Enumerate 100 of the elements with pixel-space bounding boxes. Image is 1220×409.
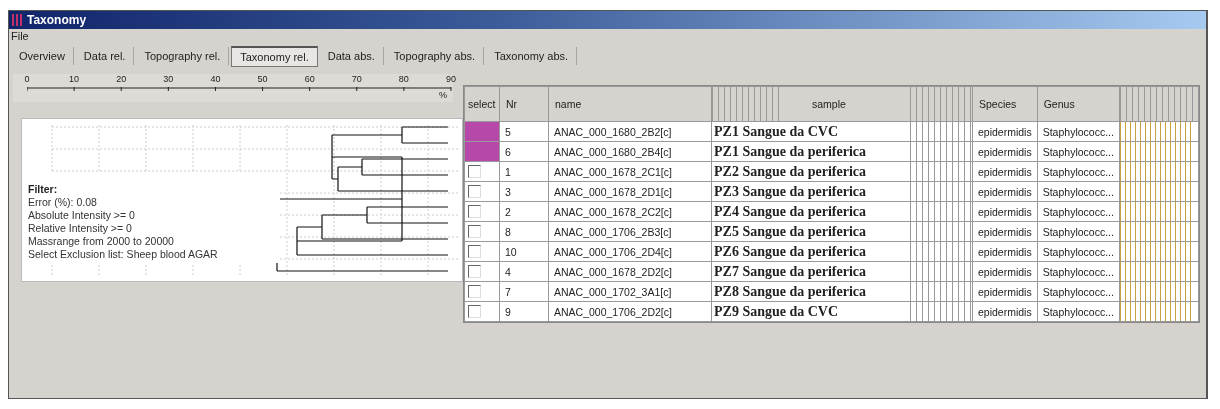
tab[interactable]: Taxonomy rel. <box>231 45 318 67</box>
tick-label: 40 <box>210 74 221 84</box>
sample-text: PZ1 Sangue da CVC <box>713 123 839 139</box>
bars-icon <box>12 14 22 26</box>
table-cell: ANAC_000_1680_2B2[c] <box>548 121 712 142</box>
column-header[interactable]: select <box>464 86 500 122</box>
table-cell: epidermidis <box>972 261 1038 282</box>
tab[interactable]: Data rel. <box>75 47 135 65</box>
checkbox[interactable] <box>468 305 481 318</box>
checkbox[interactable] <box>468 285 481 298</box>
stripe-pattern <box>910 222 972 241</box>
checkbox[interactable] <box>468 225 481 238</box>
sample-text: PZ4 Sangue da periferica <box>713 203 867 219</box>
table-cell: Staphylococc... <box>1037 301 1120 322</box>
table-cell: epidermidis <box>972 121 1038 142</box>
sample-text: PZ5 Sangue da periferica <box>713 223 867 239</box>
table-cell: ANAC_000_1678_2C2[c] <box>548 201 712 222</box>
table-cell: ANAC_000_1678_2C1[c] <box>548 161 712 182</box>
tab[interactable]: Overview <box>11 47 74 65</box>
tick-label: 70 <box>351 74 362 84</box>
stripe-pattern <box>910 242 972 261</box>
table-cell: Staphylococc... <box>1037 181 1120 202</box>
table-cell: Staphylococc... <box>1037 241 1120 262</box>
sample-text: PZ2 Sangue da periferica <box>713 163 867 179</box>
table-cell: epidermidis <box>972 161 1038 182</box>
stripe-pattern <box>910 202 972 221</box>
selected-cell[interactable] <box>465 142 499 161</box>
table-cell: 6 <box>499 141 549 162</box>
stripe-pattern <box>910 182 972 201</box>
table-cell: Staphylococc... <box>1037 121 1120 142</box>
sample-text: PZ6 Sangue da periferica <box>713 243 867 259</box>
stripe-pattern <box>910 262 972 281</box>
sample-text: PZ9 Sangue da CVC <box>713 303 839 319</box>
sample-text: PZ8 Sangue da periferica <box>713 283 867 299</box>
filter-text: Select Exclusion list: Sheep blood AGAR <box>28 248 219 261</box>
window-title: Taxonomy <box>27 13 87 27</box>
column-header[interactable]: Nr <box>499 86 549 122</box>
table-cell: ANAC_000_1678_2D1[c] <box>548 181 712 202</box>
filter-title: Filter: <box>28 183 59 196</box>
sample-text: PZ1 Sangue da periferica <box>713 143 867 159</box>
column-title: sample <box>812 98 846 110</box>
table-cell: Staphylococc... <box>1037 201 1120 222</box>
table-cell: epidermidis <box>972 301 1038 322</box>
sample-text: PZ3 Sangue da periferica <box>713 183 867 199</box>
stripe-pattern <box>910 302 972 321</box>
checkbox[interactable] <box>468 265 481 278</box>
tab[interactable]: Topography abs. <box>385 47 485 65</box>
tab[interactable]: Taxonomy abs. <box>486 47 578 65</box>
tick-label: 80 <box>398 74 409 84</box>
table-cell: epidermidis <box>972 241 1038 262</box>
sample-text: PZ7 Sangue da periferica <box>713 263 867 279</box>
table-cell: 9 <box>499 301 549 322</box>
table-cell: 5 <box>499 121 549 142</box>
column-header[interactable]: Genus <box>1037 86 1120 122</box>
table-cell: 7 <box>499 281 549 302</box>
checkbox[interactable] <box>468 245 481 258</box>
column-header[interactable]: sample <box>711 86 973 122</box>
tick-label: 90 <box>446 74 456 84</box>
table-cell: 3 <box>499 181 549 202</box>
table-cell: Staphylococc... <box>1037 161 1120 182</box>
table-cell: ANAC_000_1678_2D2[c] <box>548 261 712 282</box>
table-cell: ANAC_000_1680_2B4[c] <box>548 141 712 162</box>
table-cell: Staphylococc... <box>1037 261 1120 282</box>
table-cell: ANAC_000_1706_2D4[c] <box>548 241 712 262</box>
table-cell: 8 <box>499 221 549 242</box>
tick-label: 0 <box>24 74 30 84</box>
table-cell: Staphylococc... <box>1037 221 1120 242</box>
table-cell: epidermidis <box>972 181 1038 202</box>
table-cell: ANAC_000_1706_2D2[c] <box>548 301 712 322</box>
tick-label: 10 <box>69 74 80 84</box>
tab[interactable]: Topography rel. <box>136 47 230 65</box>
stripe-pattern <box>910 142 972 161</box>
table-cell: 2 <box>499 201 549 222</box>
checkbox[interactable] <box>468 185 481 198</box>
filter-text: Error (%): 0.08 <box>28 196 98 209</box>
stripe-pattern <box>910 282 972 301</box>
table-cell: ANAC_000_1706_2B3[c] <box>548 221 712 242</box>
table-cell: 4 <box>499 261 549 282</box>
table-cell: epidermidis <box>972 281 1038 302</box>
table-cell: Staphylococc... <box>1037 281 1120 302</box>
table-cell: Staphylococc... <box>1037 141 1120 162</box>
tick-label: 30 <box>163 74 174 84</box>
table-cell: ANAC_000_1702_3A1[c] <box>548 281 712 302</box>
filter-text: Massrange from 2000 to 20000 <box>28 235 175 248</box>
tick-label: 50 <box>257 74 268 84</box>
table-cell: epidermidis <box>972 221 1038 242</box>
tick-label: 60 <box>304 74 315 84</box>
tick-label: 20 <box>116 74 127 84</box>
tab[interactable]: Data abs. <box>319 47 384 65</box>
unit-label: % <box>439 90 447 100</box>
table-cell: epidermidis <box>972 141 1038 162</box>
filter-text: Absolute Intensity >= 0 <box>28 209 136 222</box>
column-header[interactable]: Species <box>972 86 1038 122</box>
stripe-pattern <box>910 162 972 181</box>
checkbox[interactable] <box>468 205 481 218</box>
menu-item[interactable]: File <box>11 30 29 42</box>
filter-text: Relative Intensity >= 0 <box>28 222 133 235</box>
column-header[interactable]: name <box>548 86 712 122</box>
selected-cell[interactable] <box>465 122 499 141</box>
checkbox[interactable] <box>468 165 481 178</box>
